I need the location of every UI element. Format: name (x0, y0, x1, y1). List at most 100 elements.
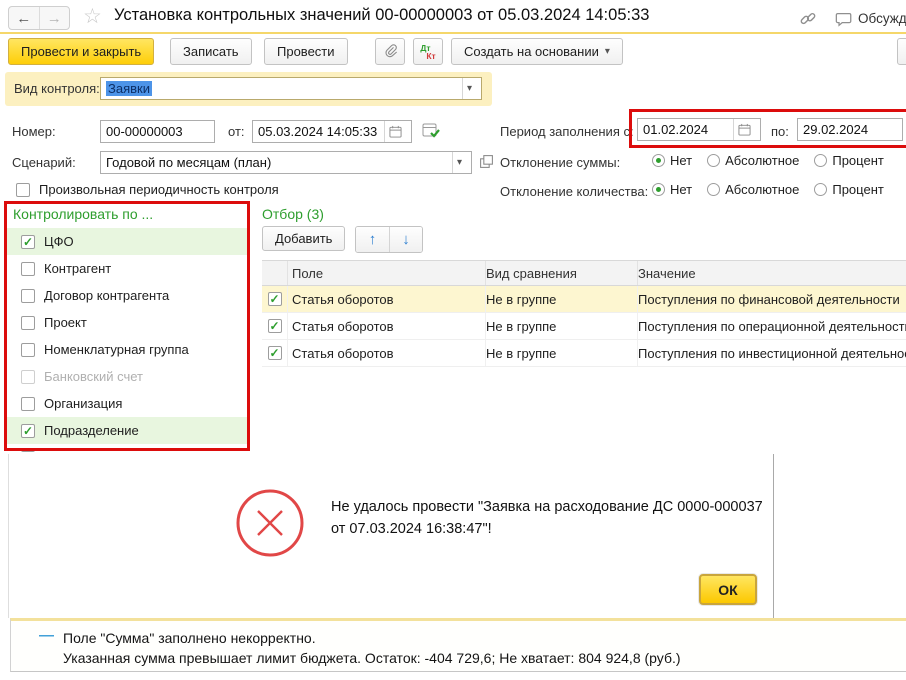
control-by-item-cfo[interactable]: ✓ ЦФО (7, 228, 247, 255)
set-current-date-icon[interactable] (422, 121, 441, 140)
control-by-item-partial[interactable] (7, 444, 247, 452)
number-value: 00-00000003 (106, 124, 183, 139)
period-to-input[interactable]: 29.02.2024 (797, 118, 903, 141)
radio-selected-icon (652, 183, 665, 196)
add-filter-button[interactable]: Добавить (262, 226, 345, 251)
radio-icon (707, 154, 720, 167)
table-row[interactable]: ✓ Статья оборотов Не в группе Поступлени… (262, 313, 906, 340)
move-up-button[interactable]: ↑ (356, 227, 389, 252)
checkbox-checked-icon: ✓ (21, 424, 35, 438)
arbitrary-periodicity-label: Произвольная периодичность контроля (39, 182, 279, 197)
column-comparison[interactable]: Вид сравнения (486, 261, 638, 285)
arrow-up-icon: ↑ (369, 231, 377, 248)
discussions-label[interactable]: Обсужде (858, 11, 906, 26)
dtkt-icon: ДтКт (420, 44, 435, 60)
filter-table: Поле Вид сравнения Значение ✓ Статья обо… (262, 260, 906, 367)
filter-table-header: Поле Вид сравнения Значение (262, 260, 906, 286)
back-arrow-icon[interactable]: ← (9, 7, 39, 29)
control-kind-label: Вид контроля: (14, 81, 100, 96)
control-by-list: Контролировать по ... ✓ ЦФО Контрагент Д… (7, 204, 247, 452)
title-separator (0, 32, 906, 34)
control-by-item-kontragent[interactable]: Контрагент (7, 255, 247, 282)
discussion-bubble-icon[interactable] (835, 10, 853, 28)
attachments-button[interactable] (375, 38, 405, 65)
collapse-minus-icon[interactable]: — (39, 627, 54, 644)
chevron-down-icon[interactable]: ▾ (452, 152, 466, 173)
date-value: 05.03.2024 14:05:33 (258, 124, 384, 139)
post-and-close-button[interactable]: Провести и закрыть (8, 38, 154, 65)
radio-icon (814, 154, 827, 167)
calendar-icon[interactable] (384, 121, 406, 142)
chevron-down-icon: ▾ (605, 46, 610, 57)
arbitrary-periodicity-checkbox[interactable]: Произвольная периодичность контроля (16, 182, 279, 197)
control-kind-input[interactable]: Заявки ▾ (100, 77, 482, 100)
status-message-line2: Указанная сумма превышает лимит бюджета.… (63, 648, 681, 668)
favorite-star-icon[interactable]: ☆ (83, 4, 102, 29)
open-scenario-icon[interactable] (479, 154, 494, 169)
deviation-sum-radios: Нет Абсолютное Процент (652, 153, 893, 168)
table-row[interactable]: ✓ Статья оборотов Не в группе Поступлени… (262, 340, 906, 367)
checkbox-icon (21, 343, 35, 357)
control-by-item-proekt[interactable]: Проект (7, 309, 247, 336)
status-message: Поле "Сумма" заполнено некорректно. Указ… (63, 628, 681, 668)
checkbox-disabled-icon (21, 370, 35, 384)
radio-no[interactable]: Нет (652, 182, 692, 197)
control-by-item-nomenklaturnaya-gruppa[interactable]: Номенклатурная группа (7, 336, 247, 363)
checkbox-icon (21, 289, 35, 303)
control-kind-value: Заявки (106, 81, 152, 96)
control-by-item-dogovor[interactable]: Договор контрагента (7, 282, 247, 309)
post-button[interactable]: Провести (264, 38, 348, 65)
radio-absolute[interactable]: Абсолютное (707, 153, 799, 168)
error-dialog: Не удалось провести "Заявка на расходова… (8, 454, 774, 618)
period-to-label: по: (771, 124, 789, 139)
create-based-on-button[interactable]: Создать на основании ▾ (451, 38, 623, 65)
error-circle-x-icon (234, 487, 306, 559)
checkbox-icon (21, 451, 35, 453)
arrow-down-icon: ↓ (402, 231, 410, 248)
column-value[interactable]: Значение (638, 266, 906, 281)
checkbox-icon (21, 262, 35, 276)
period-from-input[interactable]: 01.02.2024 (637, 118, 761, 141)
number-label: Номер: (12, 124, 56, 139)
scenario-label: Сценарий: (12, 155, 76, 170)
radio-icon (707, 183, 720, 196)
column-field[interactable]: Поле (288, 261, 486, 285)
ok-button[interactable]: ОК (699, 574, 757, 605)
checkbox-checked-icon: ✓ (21, 235, 35, 249)
calendar-icon[interactable] (733, 119, 755, 140)
period-from-value: 01.02.2024 (643, 122, 733, 137)
deviation-sum-label: Отклонение суммы: (500, 155, 620, 170)
move-row-buttons: ↑ ↓ (355, 226, 423, 253)
control-by-item-organizatsiya[interactable]: Организация (7, 390, 247, 417)
page-title: Установка контрольных значений 00-000000… (114, 6, 649, 25)
table-row[interactable]: ✓ Статья оборотов Не в группе Поступлени… (262, 286, 906, 313)
scenario-input[interactable]: Годовой по месяцам (план) ▾ (100, 151, 472, 174)
radio-selected-icon (652, 154, 665, 167)
deviation-qty-label: Отклонение количества: (500, 184, 648, 199)
link-icon[interactable] (799, 10, 817, 28)
radio-no[interactable]: Нет (652, 153, 692, 168)
move-down-button[interactable]: ↓ (389, 227, 422, 252)
paperclip-icon (383, 44, 398, 60)
checkbox-icon (16, 183, 30, 197)
checkbox-icon (21, 316, 35, 330)
radio-percent[interactable]: Процент (814, 182, 883, 197)
checkbox-checked-icon[interactable]: ✓ (268, 292, 282, 306)
control-by-item-podrazdelenie[interactable]: ✓ Подразделение (7, 417, 247, 444)
radio-absolute[interactable]: Абсолютное (707, 182, 799, 197)
forward-arrow-icon[interactable]: → (39, 7, 70, 29)
chevron-down-icon[interactable]: ▾ (462, 78, 476, 99)
radio-percent[interactable]: Процент (814, 153, 883, 168)
scenario-value: Годовой по месяцам (план) (106, 155, 452, 170)
checkbox-checked-icon[interactable]: ✓ (268, 346, 282, 360)
checkbox-checked-icon[interactable]: ✓ (268, 319, 282, 333)
control-by-title: Контролировать по ... (7, 204, 247, 228)
filter-title: Отбор (3) (262, 206, 324, 222)
write-button[interactable]: Записать (170, 38, 252, 65)
more-button-partial[interactable] (897, 38, 906, 65)
control-by-item-bankovskiy-schet: Банковский счет (7, 363, 247, 390)
number-input[interactable]: 00-00000003 (100, 120, 215, 143)
deviation-qty-radios: Нет Абсолютное Процент (652, 182, 893, 197)
date-input[interactable]: 05.03.2024 14:05:33 (252, 120, 412, 143)
dtkt-postings-button[interactable]: ДтКт (413, 38, 443, 65)
